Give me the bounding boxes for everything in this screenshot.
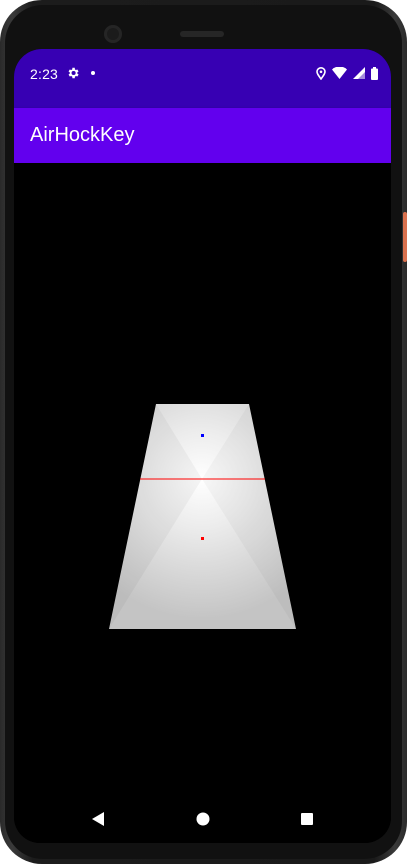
wifi-icon (332, 67, 347, 79)
top-mallet[interactable] (201, 434, 204, 437)
status-icons (316, 66, 378, 80)
navigation-bar (14, 793, 391, 843)
bottom-mallet[interactable] (201, 537, 204, 540)
back-icon[interactable] (90, 811, 106, 827)
device-frame: 2:23 AirHockKey (0, 0, 407, 864)
home-icon[interactable] (195, 811, 211, 827)
recents-icon[interactable] (299, 811, 315, 827)
screen: 2:23 AirHockKey (14, 49, 391, 843)
signal-icon (353, 67, 365, 79)
location-icon (316, 66, 326, 80)
app-bar: AirHockKey (14, 108, 391, 163)
status-time: 2:23 (30, 66, 59, 82)
power-button[interactable] (403, 212, 407, 262)
earpiece-speaker (180, 31, 224, 37)
status-bar: 2:23 (14, 49, 391, 108)
game-surface[interactable] (14, 163, 391, 793)
app-title: AirHockKey (30, 124, 135, 146)
air-hockey-canvas[interactable] (14, 163, 391, 793)
front-camera (104, 25, 122, 43)
battery-icon (371, 66, 378, 80)
gear-icon (66, 66, 80, 80)
notification-dot-icon (91, 71, 95, 75)
